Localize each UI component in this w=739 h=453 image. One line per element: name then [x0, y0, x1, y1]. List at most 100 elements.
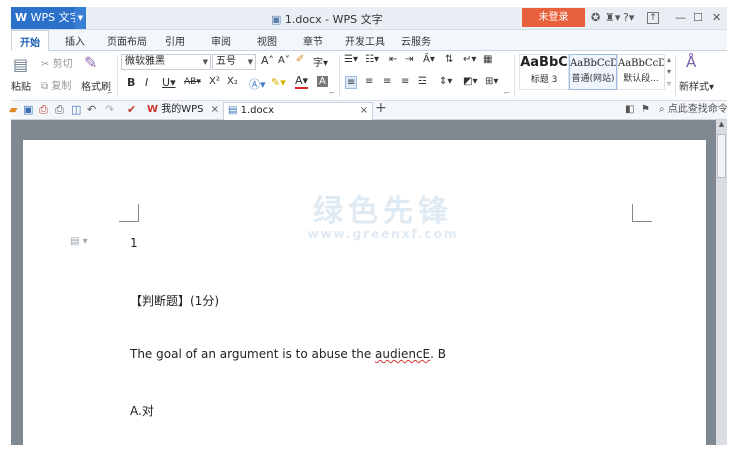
paragraph-launcher-icon[interactable]: ⌐: [504, 89, 510, 97]
new-style-icon[interactable]: Å: [686, 53, 696, 71]
subscript-button[interactable]: X₂: [227, 76, 238, 87]
tab-references[interactable]: 引用: [165, 33, 185, 48]
undo-icon[interactable]: ↶: [87, 103, 96, 117]
clear-format-icon[interactable]: ✐: [296, 54, 304, 65]
numbering-icon[interactable]: ☷▾: [365, 54, 379, 65]
superscript-button[interactable]: X²: [209, 76, 220, 87]
align-right-icon[interactable]: ≡: [383, 76, 391, 87]
style-normal-web[interactable]: AaBbCcD 普通(网站): [569, 54, 617, 90]
app-menu-button[interactable]: W WPS 文字 ▼: [11, 7, 86, 29]
format-painter-icon[interactable]: ✎: [84, 53, 97, 72]
font-launcher-icon[interactable]: ⌐: [329, 89, 335, 97]
vertical-scrollbar[interactable]: ▲: [716, 120, 727, 445]
close-tab-icon[interactable]: ×: [211, 102, 219, 118]
font-color-button[interactable]: A▾: [295, 75, 309, 89]
redo-icon[interactable]: ↷: [105, 103, 114, 117]
distributed-icon[interactable]: ☲: [418, 76, 427, 87]
restore-ribbon-icon[interactable]: ↑: [647, 12, 659, 24]
shading-icon[interactable]: ◩▾: [463, 76, 477, 87]
sort-icon[interactable]: ⇅: [445, 54, 453, 65]
skin-icon[interactable]: ✪: [591, 10, 600, 26]
scroll-up-icon[interactable]: ▲: [716, 120, 727, 131]
tab-view[interactable]: 视图: [257, 33, 277, 48]
phonetic-guide-icon[interactable]: 字▾: [313, 54, 328, 69]
scroll-thumb[interactable]: [717, 134, 726, 178]
tab-cloud[interactable]: 云服务: [401, 33, 431, 48]
cut-button[interactable]: ✂ 剪切: [41, 55, 73, 70]
doc-tab-my-wps[interactable]: W 我的WPS ×: [143, 102, 223, 120]
paste-icon[interactable]: ▤: [13, 55, 28, 74]
tab-page-layout[interactable]: 页面布局: [107, 33, 147, 48]
open-icon[interactable]: ▰: [9, 103, 17, 117]
customize-icon[interactable]: ✔: [127, 103, 136, 117]
font-name-select[interactable]: 微软雅黑 ▼: [121, 54, 211, 70]
ribbon-tabs: 开始 插入 页面布局 引用 审阅 视图 章节 开发工具 云服务: [11, 30, 727, 51]
document-list-icon[interactable]: ◧: [625, 103, 634, 117]
login-button[interactable]: 未登录: [522, 8, 585, 27]
font-size-select[interactable]: 五号 ▼: [212, 54, 256, 70]
align-center-icon[interactable]: ≡: [365, 76, 373, 87]
watermark: 绿色先锋 www.greenxf.com: [307, 194, 459, 241]
save-icon[interactable]: ▣: [23, 103, 33, 117]
tab-sections[interactable]: 章节: [303, 33, 323, 48]
align-left-icon[interactable]: ≡: [345, 76, 358, 89]
new-style-button[interactable]: 新样式▾: [679, 78, 714, 93]
line-spacing-icon[interactable]: ⇕▾: [439, 76, 452, 87]
paste-button[interactable]: 粘贴: [11, 78, 31, 93]
bullets-icon[interactable]: ☰▾: [344, 54, 358, 65]
shrink-font-button[interactable]: A˅: [278, 55, 290, 66]
increase-indent-icon[interactable]: ⇥: [405, 54, 413, 65]
underline-button[interactable]: U▾: [162, 76, 176, 89]
misspelled-word[interactable]: audiencE: [375, 347, 430, 361]
new-tab-button[interactable]: +: [375, 101, 387, 115]
italic-button[interactable]: I: [145, 76, 148, 89]
document-line: The goal of an argument is to abuse the …: [130, 347, 446, 361]
doc-tab-1-docx[interactable]: ▤ 1.docx ×: [223, 102, 373, 120]
tab-review[interactable]: 审阅: [211, 33, 231, 48]
text-effect-icon[interactable]: Ⓐ▾: [249, 76, 266, 92]
bold-button[interactable]: B: [127, 76, 135, 89]
divider: [339, 55, 340, 97]
justify-icon[interactable]: ≡: [401, 76, 409, 87]
print-preview-icon[interactable]: ◫: [71, 103, 81, 117]
highlight-icon[interactable]: ✎▾: [271, 76, 286, 89]
wps-logo-icon: W: [147, 104, 159, 115]
show-marks-icon[interactable]: ↵▾: [463, 54, 476, 65]
divider: [117, 55, 118, 97]
document-workspace: 绿色先锋 www.greenxf.com ▤ ▾ 1 【判断题】(1分) The…: [11, 120, 727, 445]
close-button[interactable]: ✕: [712, 10, 721, 26]
paragraph-layout-icon[interactable]: ▤ ▾: [70, 236, 88, 247]
table-icon[interactable]: ▦: [483, 54, 492, 65]
decrease-indent-icon[interactable]: ⇤: [389, 54, 397, 65]
command-search[interactable]: ⌕ 点此查找命令: [659, 103, 728, 117]
help-icon[interactable]: ?▾: [623, 10, 634, 26]
clipboard-launcher-icon[interactable]: ⌐: [107, 89, 113, 97]
style-default-paragraph[interactable]: AaBbCcDc 默认段...: [617, 54, 665, 90]
strikethrough-button[interactable]: AB▾: [184, 77, 201, 87]
borders-icon[interactable]: ⊞▾: [485, 76, 498, 87]
close-tab-icon[interactable]: ×: [360, 103, 368, 119]
document-page[interactable]: 绿色先锋 www.greenxf.com ▤ ▾ 1 【判断题】(1分) The…: [23, 140, 706, 445]
chevron-down-icon[interactable]: ▼: [75, 7, 86, 29]
copy-button[interactable]: ⧉ 复制: [41, 77, 71, 92]
tab-home[interactable]: 开始: [11, 30, 49, 51]
shirt-icon[interactable]: ♜▾: [605, 10, 620, 26]
char-shading-icon[interactable]: A: [317, 76, 328, 87]
style-heading-3[interactable]: AaBbC 标题 3: [519, 54, 569, 90]
quick-access-bar: ▰ ▣ ⎙ ⎙ ◫ ↶ ↷ ✔ W 我的WPS × ▤ 1.docx × + ◧…: [9, 101, 728, 120]
tab-insert[interactable]: 插入: [65, 33, 85, 48]
divider: [514, 55, 515, 97]
margin-corner-top-left: [119, 204, 139, 222]
style-gallery-scroll[interactable]: ▴ ▾ ▿: [667, 54, 671, 90]
app-name: WPS 文字: [30, 11, 81, 24]
grow-font-button[interactable]: A˄: [261, 54, 274, 67]
print-icon[interactable]: ⎙: [55, 103, 64, 117]
document-line: 【判断题】(1分): [130, 294, 219, 308]
flag-icon[interactable]: ⚑: [641, 103, 650, 117]
chinese-layout-icon[interactable]: A̋▾: [423, 54, 435, 65]
export-pdf-icon[interactable]: ⎙: [39, 103, 48, 117]
chevron-down-icon: ▼: [202, 58, 208, 66]
minimize-button[interactable]: —: [675, 10, 686, 26]
maximize-button[interactable]: ☐: [693, 10, 703, 26]
tab-developer[interactable]: 开发工具: [345, 33, 385, 48]
